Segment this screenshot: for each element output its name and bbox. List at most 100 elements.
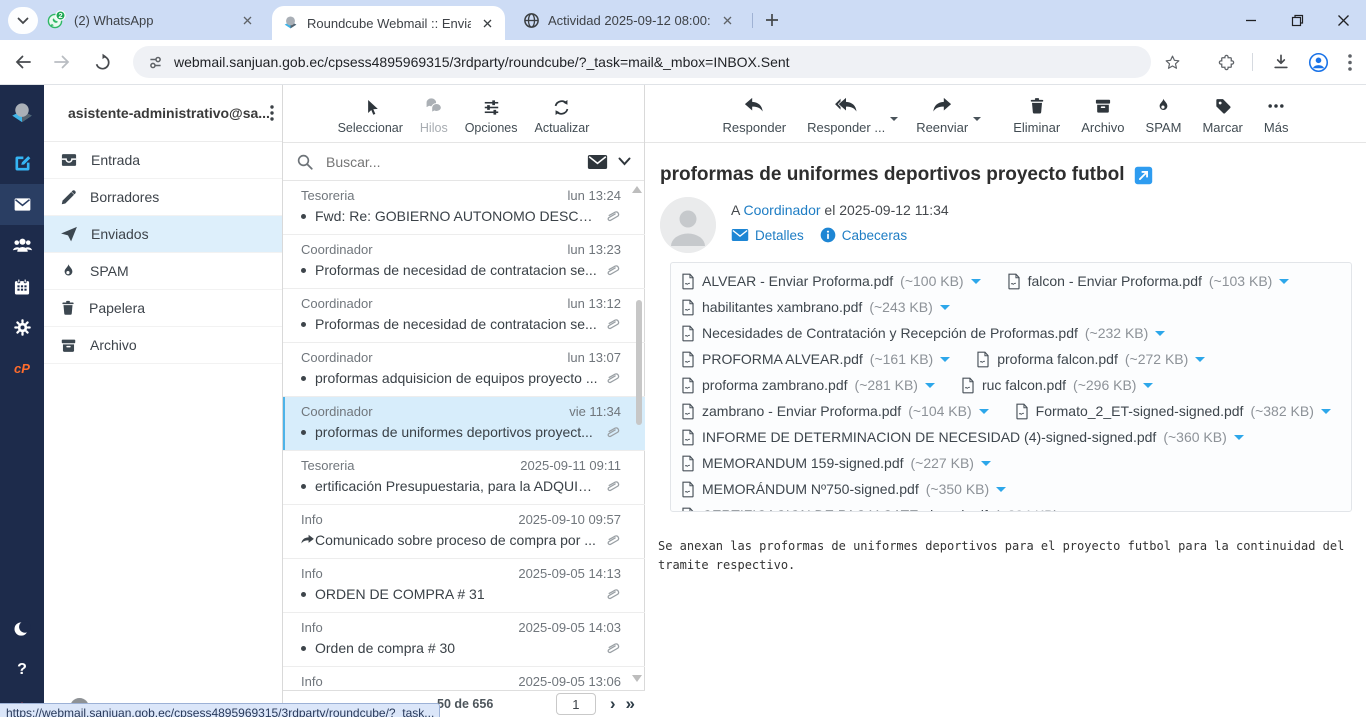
archive-button[interactable]: Archivo (1081, 96, 1124, 135)
delete-button[interactable]: Eliminar (1013, 96, 1060, 135)
options-button[interactable]: Opciones (465, 98, 518, 135)
message-list-item[interactable]: Coordinador lun 13:12 Proformas de neces… (283, 289, 645, 343)
rail-mail-button[interactable] (0, 184, 44, 225)
scroll-up-arrow[interactable] (632, 186, 642, 193)
threads-button[interactable]: Hilos (420, 98, 448, 135)
folder-spam[interactable]: SPAM (44, 253, 282, 290)
forward-button[interactable] (46, 45, 80, 79)
folder-archive[interactable]: Archivo (44, 327, 282, 364)
attachment-item[interactable]: Necesidades de Contratación y Recepción … (681, 320, 1165, 346)
rail-help-button[interactable]: ? (0, 649, 44, 690)
spam-button[interactable]: SPAM (1146, 96, 1182, 135)
attachment-item[interactable]: MEMORANDUM 159-signed.pdf (~227 KB) (681, 450, 991, 476)
reload-button[interactable] (85, 45, 119, 79)
address-bar[interactable]: webmail.sanjuan.gob.ec/cpsess4895969315/… (133, 46, 1151, 78)
attachment-item[interactable]: habilitantes xambrano.pdf (~243 KB) (681, 294, 950, 320)
back-button[interactable] (6, 45, 40, 79)
reply-button[interactable]: Responder (723, 96, 787, 135)
forward-button-mail[interactable]: Reenviar (916, 96, 968, 135)
attachment-dropdown-caret[interactable] (1155, 331, 1165, 341)
downloads-button[interactable] (1265, 46, 1297, 78)
attachment-dropdown-caret[interactable] (1321, 409, 1331, 419)
attachment-dropdown-caret[interactable] (1234, 435, 1244, 445)
headers-button[interactable]: Cabeceras (820, 227, 907, 243)
attachment-item[interactable]: CERTIFICACION DE PAC Y CATE-signed.pdf (… (681, 502, 1075, 512)
message-list-item[interactable]: Tesoreria lun 13:24 Fwd: Re: GOBIERNO AU… (283, 181, 645, 235)
message-list-item[interactable]: Info 2025-09-05 14:03 Orden de compra # … (283, 613, 645, 667)
tab-search-button[interactable] (8, 7, 38, 34)
rail-settings-button[interactable] (0, 307, 44, 348)
attachment-item[interactable]: ALVEAR - Enviar Proforma.pdf (~100 KB) (681, 268, 981, 294)
folder-menu-button[interactable] (270, 105, 274, 121)
tab-close-icon[interactable] (239, 12, 255, 28)
rail-contacts-button[interactable] (0, 225, 44, 266)
attachment-dropdown-caret[interactable] (925, 383, 935, 393)
folder-drafts[interactable]: Borradores (44, 179, 282, 216)
scroll-down-arrow[interactable] (632, 675, 642, 682)
select-button[interactable]: Seleccionar (338, 98, 403, 135)
search-input[interactable] (324, 153, 577, 171)
search-bar[interactable] (283, 143, 644, 181)
tab-close-icon[interactable] (719, 12, 735, 28)
tab-close-icon[interactable] (479, 15, 495, 31)
more-button[interactable]: Más (1264, 96, 1289, 135)
attachment-item[interactable]: INFORME DE DETERMINACION DE NECESIDAD (4… (681, 424, 1244, 450)
window-close-button[interactable] (1320, 0, 1366, 40)
attachment-dropdown-caret[interactable] (979, 409, 989, 419)
new-tab-button[interactable] (760, 8, 784, 32)
rail-calendar-button[interactable] (0, 266, 44, 307)
message-list-item[interactable]: Coordinador vie 11:34 proformas de unifo… (283, 397, 645, 451)
tab-actividad[interactable]: Actividad 2025-09-12 08:00:00 (513, 0, 745, 40)
rail-cpanel-button[interactable]: cP (0, 348, 44, 389)
attachment-item[interactable]: proforma falcon.pdf (~272 KB) (976, 346, 1205, 372)
refresh-button[interactable]: Actualizar (535, 98, 590, 135)
attachment-item[interactable]: zambrano - Enviar Proforma.pdf (~104 KB) (681, 398, 989, 424)
reply-all-dropdown-caret[interactable] (890, 117, 898, 125)
recipient-link[interactable]: Coordinador (743, 202, 820, 218)
page-input[interactable] (556, 693, 596, 715)
extensions-button[interactable] (1210, 46, 1242, 78)
attachment-item[interactable]: ruc falcon.pdf (~296 KB) (961, 372, 1154, 398)
profile-button[interactable] (1303, 46, 1335, 78)
search-options-chevron-icon[interactable] (618, 157, 631, 166)
folder-inbox[interactable]: Entrada (44, 142, 282, 179)
open-in-new-window-icon[interactable] (1134, 166, 1153, 185)
mark-button[interactable]: Marcar (1202, 96, 1242, 135)
bookmark-button[interactable] (1157, 46, 1189, 78)
browser-menu-button[interactable] (1334, 46, 1366, 78)
attachment-dropdown-caret[interactable] (1195, 357, 1205, 367)
folder-sent[interactable]: Enviados (44, 216, 282, 253)
message-list-item[interactable]: Info 2025-09-10 09:57 Comunicado sobre p… (283, 505, 645, 559)
last-page-button[interactable]: » (626, 694, 635, 714)
attachment-item[interactable]: PROFORMA ALVEAR.pdf (~161 KB) (681, 346, 950, 372)
attachment-dropdown-caret[interactable] (996, 487, 1006, 497)
details-button[interactable]: Detalles (731, 228, 804, 243)
attachment-dropdown-caret[interactable] (1143, 383, 1153, 393)
attachment-dropdown-caret[interactable] (971, 279, 981, 289)
list-scrollbar-thumb[interactable] (636, 300, 642, 425)
message-list-item[interactable]: Info 2025-09-05 14:13 ORDEN DE COMPRA # … (283, 559, 645, 613)
attachment-item[interactable]: proforma zambrano.pdf (~281 KB) (681, 372, 935, 398)
message-list-item[interactable]: Info 2025-09-05 13:06 (283, 667, 645, 690)
tab-roundcube[interactable]: Roundcube Webmail :: Enviados (272, 6, 505, 40)
window-minimize-button[interactable] (1228, 0, 1274, 40)
window-restore-button[interactable] (1274, 0, 1320, 40)
tab-whatsapp[interactable]: 2 (2) WhatsApp (36, 0, 265, 40)
attachment-item[interactable]: falcon - Enviar Proforma.pdf (~103 KB) (1007, 268, 1290, 294)
message-list-item[interactable]: Coordinador lun 13:23 Proformas de neces… (283, 235, 645, 289)
message-list-item[interactable]: Tesoreria 2025-09-11 09:11 ertificación … (283, 451, 645, 505)
next-page-button[interactable]: › (610, 694, 616, 714)
attachment-item[interactable]: Formato_2_ET-signed-signed.pdf (~382 KB) (1015, 398, 1331, 424)
forward-dropdown-caret[interactable] (973, 117, 981, 125)
attachment-dropdown-caret[interactable] (1279, 279, 1289, 289)
search-scope-mail-icon[interactable] (587, 154, 608, 170)
attachment-dropdown-caret[interactable] (940, 357, 950, 367)
rail-darkmode-button[interactable] (0, 608, 44, 649)
rail-compose-button[interactable] (0, 143, 44, 184)
attachment-item[interactable]: MEMORÁNDUM Nº750-signed.pdf (~350 KB) (681, 476, 1006, 502)
reply-all-button[interactable]: Responder ... (807, 96, 885, 135)
attachment-dropdown-caret[interactable] (981, 461, 991, 471)
message-list-item[interactable]: Coordinador lun 13:07 proformas adquisic… (283, 343, 645, 397)
folder-trash[interactable]: Papelera (44, 290, 282, 327)
attachment-dropdown-caret[interactable] (940, 305, 950, 315)
